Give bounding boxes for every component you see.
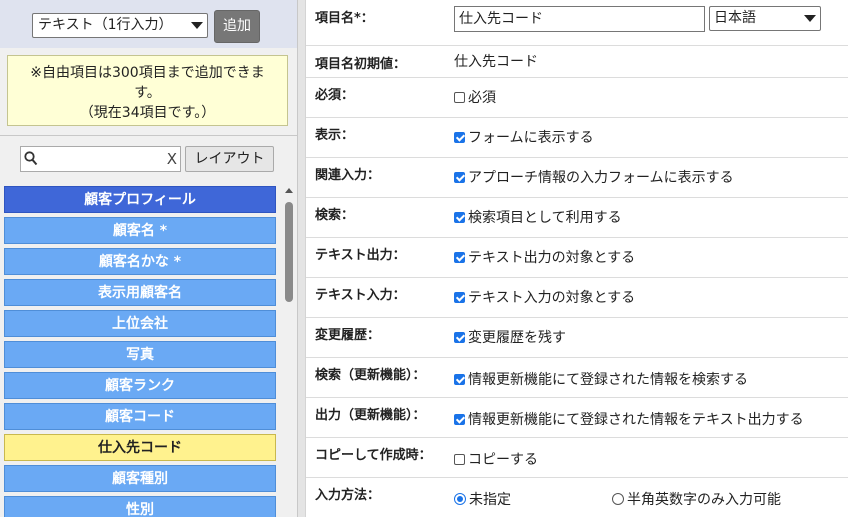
checkbox-checked-icon[interactable] bbox=[454, 212, 465, 223]
output-update-text: 情報更新機能にて登録された情報をテキスト出力する bbox=[468, 412, 804, 428]
display-checkbox[interactable]: フォームに表示する bbox=[454, 127, 594, 147]
input-method-option1-text: 未指定 bbox=[469, 492, 511, 508]
row-display: 表示： フォームに表示する bbox=[306, 118, 848, 158]
row-related-input: 関連入力： アプローチ情報の入力フォームに表示する bbox=[306, 158, 848, 198]
list-item[interactable]: 顧客ランク bbox=[4, 372, 276, 399]
item-settings-form: 項目名*： 仕入先コード 日本語 項目名初期値： 仕入先コード 必須： 必須 表… bbox=[306, 0, 848, 517]
row-item-name: 項目名*： 仕入先コード 日本語 bbox=[306, 0, 848, 46]
scroll-up-icon[interactable] bbox=[285, 188, 293, 193]
list-item[interactable]: 仕入先コード bbox=[4, 434, 276, 461]
pane-splitter[interactable] bbox=[297, 0, 306, 517]
checkbox-checked-icon[interactable] bbox=[454, 132, 465, 143]
add-item-bar: テキスト（1行入力） 追加 bbox=[0, 0, 297, 48]
list-item[interactable]: 顧客種別 bbox=[4, 465, 276, 492]
output-update-label: 出力（更新機能）： bbox=[315, 408, 426, 423]
checkbox-checked-icon[interactable] bbox=[454, 332, 465, 343]
checkbox-checked-icon[interactable] bbox=[454, 172, 465, 183]
row-search: 検索： 検索項目として利用する bbox=[306, 198, 848, 238]
checkbox-checked-icon[interactable] bbox=[454, 252, 465, 263]
row-required: 必須： 必須 bbox=[306, 78, 848, 118]
limit-notice: ※自由項目は300項目まで追加できます。 （現在34項目です。） bbox=[7, 55, 288, 126]
row-initial-name: 項目名初期値： 仕入先コード bbox=[306, 46, 848, 78]
search-update-checkbox[interactable]: 情報更新機能にて登録された情報を検索する bbox=[454, 369, 748, 389]
item-list: 顧客プロフィール 顧客名 * 顧客名かな * 表示用顧客名 上位会社写真顧客ランク顧客コ… bbox=[4, 186, 278, 517]
search-update-text: 情報更新機能にて登録された情報を検索する bbox=[468, 372, 748, 388]
checkbox-checked-icon[interactable] bbox=[454, 374, 465, 385]
checkbox-checked-icon[interactable] bbox=[454, 292, 465, 303]
text-output-text: テキスト出力の対象とする bbox=[468, 250, 636, 266]
search-text: 検索項目として利用する bbox=[468, 210, 622, 226]
related-input-checkbox[interactable]: アプローチ情報の入力フォームに表示する bbox=[454, 167, 734, 187]
list-item[interactable]: 表示用顧客名 bbox=[4, 279, 276, 306]
list-item[interactable]: 写真 bbox=[4, 341, 276, 368]
list-item[interactable]: 顧客名かな * bbox=[4, 248, 276, 275]
input-method-option-unspecified[interactable]: 未指定 bbox=[454, 489, 511, 509]
divider bbox=[0, 135, 297, 136]
initial-name-value: 仕入先コード bbox=[454, 54, 538, 70]
row-output-update: 出力（更新機能）： 情報更新機能にて登録された情報をテキスト出力する bbox=[306, 398, 848, 438]
checkbox-icon[interactable] bbox=[454, 92, 465, 103]
list-item[interactable]: 性別 bbox=[4, 496, 276, 517]
history-label: 変更履歴： bbox=[315, 328, 381, 343]
checkbox-checked-icon[interactable] bbox=[454, 414, 465, 425]
list-item[interactable]: 顧客名 * bbox=[4, 217, 276, 244]
item-name-input[interactable]: 仕入先コード bbox=[454, 6, 705, 32]
text-input-text: テキスト入力の対象とする bbox=[468, 290, 636, 306]
item-type-select[interactable]: テキスト（1行入力） bbox=[32, 13, 208, 38]
scroll-thumb[interactable] bbox=[285, 202, 293, 302]
row-copy: コピーして作成時： コピーする bbox=[306, 438, 848, 478]
initial-name-label: 項目名初期値： bbox=[315, 57, 407, 72]
language-select-value: 日本語 bbox=[714, 10, 756, 26]
related-input-label: 関連入力： bbox=[315, 168, 381, 183]
left-panel: テキスト（1行入力） 追加 ※自由項目は300項目まで追加できます。 （現在34… bbox=[0, 0, 297, 517]
notice-line-2: （現在34項目です。） bbox=[79, 105, 216, 121]
layout-button[interactable]: レイアウト bbox=[185, 146, 274, 172]
output-update-checkbox[interactable]: 情報更新機能にて登録された情報をテキスト出力する bbox=[454, 409, 804, 429]
row-text-input: テキスト入力： テキスト入力の対象とする bbox=[306, 278, 848, 318]
required-label: 必須： bbox=[315, 88, 355, 103]
item-type-select-value: テキスト（1行入力） bbox=[38, 17, 173, 33]
history-checkbox[interactable]: 変更履歴を残す bbox=[454, 327, 566, 347]
row-search-update: 検索（更新機能）： 情報更新機能にて登録された情報を検索する bbox=[306, 358, 848, 398]
history-text: 変更履歴を残す bbox=[468, 330, 566, 346]
input-method-option2-text: 半角英数字のみ入力可能 bbox=[627, 492, 781, 508]
input-method-label: 入力方法： bbox=[315, 488, 381, 503]
row-history: 変更履歴： 変更履歴を残す bbox=[306, 318, 848, 358]
list-scrollbar[interactable] bbox=[283, 186, 295, 517]
radio-icon[interactable] bbox=[612, 493, 624, 505]
row-input-method: 入力方法： 未指定 半角英数字のみ入力可能 bbox=[306, 478, 848, 517]
copy-label: コピーして作成時： bbox=[315, 448, 432, 463]
text-output-label: テキスト出力： bbox=[315, 248, 406, 263]
row-text-output: テキスト出力： テキスト出力の対象とする bbox=[306, 238, 848, 278]
section-header[interactable]: 顧客プロフィール bbox=[4, 186, 276, 213]
clear-search-icon[interactable]: X bbox=[167, 150, 177, 168]
search-update-label: 検索（更新機能）： bbox=[315, 368, 426, 383]
list-item[interactable]: 顧客コード bbox=[4, 403, 276, 430]
item-search-box[interactable]: X bbox=[20, 146, 181, 172]
input-method-option-alnum[interactable]: 半角英数字のみ入力可能 bbox=[612, 489, 781, 509]
chevron-down-icon bbox=[804, 15, 816, 22]
copy-checkbox[interactable]: コピーする bbox=[454, 449, 538, 469]
search-icon bbox=[24, 151, 38, 166]
notice-line-1: ※自由項目は300項目まで追加できます。 bbox=[30, 65, 265, 101]
text-output-checkbox[interactable]: テキスト出力の対象とする bbox=[454, 247, 635, 267]
required-checkbox[interactable]: 必須 bbox=[454, 87, 496, 107]
text-input-label: テキスト入力： bbox=[315, 288, 406, 303]
language-select[interactable]: 日本語 bbox=[709, 6, 821, 31]
text-input-checkbox[interactable]: テキスト入力の対象とする bbox=[454, 287, 635, 307]
display-text: フォームに表示する bbox=[468, 130, 594, 146]
radio-selected-icon[interactable] bbox=[454, 493, 466, 505]
search-label: 検索： bbox=[315, 208, 355, 223]
display-label: 表示： bbox=[315, 128, 355, 143]
list-item[interactable]: 上位会社 bbox=[4, 310, 276, 337]
required-text: 必須 bbox=[468, 90, 496, 106]
search-checkbox[interactable]: 検索項目として利用する bbox=[454, 207, 622, 227]
copy-text: コピーする bbox=[468, 452, 538, 468]
checkbox-icon[interactable] bbox=[454, 454, 465, 465]
chevron-down-icon bbox=[191, 22, 203, 29]
item-name-label: 項目名*： bbox=[315, 11, 374, 26]
add-button[interactable]: 追加 bbox=[214, 10, 260, 43]
related-input-text: アプローチ情報の入力フォームに表示する bbox=[468, 170, 734, 186]
